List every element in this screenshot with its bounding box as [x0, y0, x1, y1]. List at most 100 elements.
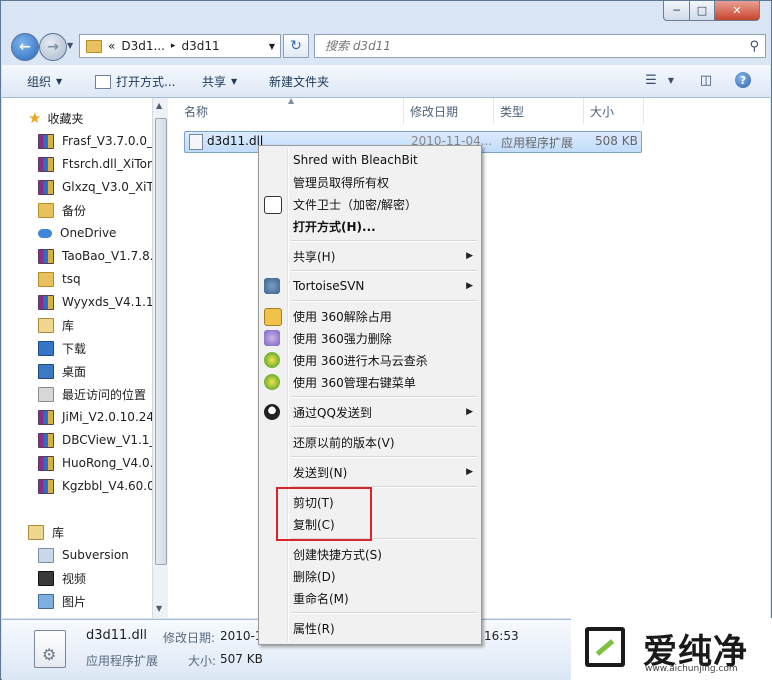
menu-item-label: 创建快捷方式(S) — [293, 547, 382, 562]
menu-item-label: 使用 360强力删除 — [293, 331, 392, 346]
sidebar-item[interactable]: TaoBao_V1.7.8. — [38, 246, 152, 266]
view-options-icon[interactable]: ☰ — [642, 72, 660, 88]
sidebar-item[interactable]: DBCView_V1.1_ — [38, 430, 152, 450]
address-bar[interactable]: « D3d1... ▸ d3d11 ▼ — [79, 34, 281, 58]
scroll-down-icon[interactable]: ▼ — [156, 604, 162, 613]
menu-separator — [291, 456, 477, 458]
sidebar-item[interactable]: Frasf_V3.7.0.0_X — [38, 131, 152, 151]
sidebar-item[interactable]: 图片 — [38, 591, 86, 611]
menu-item-take-ownership[interactable]: 管理员取得所有权 — [293, 172, 473, 192]
menu-item-restore-previous[interactable]: 还原以前的版本(V) — [293, 432, 473, 452]
navigation-bar: ← → ▼ « D3d1... ▸ d3d11 ▼ ↻ ⚲ — [1, 29, 771, 65]
breadcrumb-overflow[interactable]: « — [108, 39, 115, 53]
breadcrumb-current[interactable]: d3d11 — [181, 39, 219, 53]
menu-item-send-to[interactable]: 发送到(N) ▶ — [293, 462, 473, 482]
minimize-button[interactable]: ─ — [663, 1, 690, 21]
menu-item-properties[interactable]: 属性(R) — [293, 618, 473, 638]
help-icon[interactable]: ? — [735, 72, 751, 88]
menu-item-360-unlock[interactable]: 使用 360解除占用 — [293, 306, 473, 326]
back-button[interactable]: ← — [11, 33, 39, 61]
command-bar: 组织 ▼ 打开方式... 共享 ▼ 新建文件夹 ☰ ▼ ◫ ? — [2, 65, 770, 98]
breadcrumb-separator[interactable]: ▸ — [171, 41, 176, 51]
menu-item-label: 重命名(M) — [293, 591, 349, 606]
organize-button[interactable]: 组织 ▼ — [27, 73, 62, 90]
sidebar-item-label: HuoRong_V4.0. — [62, 456, 152, 470]
sidebar-item[interactable]: 视频 — [38, 568, 86, 588]
sidebar-item[interactable]: tsq — [38, 269, 81, 289]
sidebar-item[interactable]: Kgzbbl_V4.60.0 — [38, 476, 152, 496]
preview-pane-icon[interactable]: ◫ — [697, 72, 715, 88]
menu-item-label: 共享(H) — [293, 249, 336, 264]
menu-item-360-delete[interactable]: 使用 360强力删除 — [293, 328, 473, 348]
search-icon[interactable]: ⚲ — [749, 39, 759, 54]
menu-item-share[interactable]: 共享(H) ▶ — [293, 246, 473, 266]
sidebar-item-label: 备份 — [62, 203, 87, 218]
sidebar-item[interactable]: Wyyxds_V4.1.1. — [38, 292, 152, 312]
sidebar-item[interactable]: OneDrive — [38, 223, 116, 243]
column-header-label: 大小 — [590, 104, 615, 119]
menu-item-open-with[interactable]: 打开方式(H)... — [293, 216, 473, 236]
close-button[interactable]: ✕ — [714, 1, 760, 21]
address-dropdown-icon[interactable]: ▼ — [269, 42, 275, 51]
menu-item-360-menu-manager[interactable]: 使用 360管理右键菜单 — [293, 372, 473, 392]
sidebar-scrollbar[interactable]: ▲ ▼ — [152, 98, 168, 618]
sidebar-library[interactable]: 库 — [28, 522, 64, 542]
360-menu-manager-icon — [264, 374, 280, 390]
menu-item-rename[interactable]: 重命名(M) — [293, 588, 473, 608]
column-header-label: 修改日期 — [410, 104, 459, 119]
details-modified-time: 16:53 — [484, 629, 519, 643]
submenu-arrow-icon: ▶ — [466, 467, 473, 477]
column-header-modified[interactable]: 修改日期 — [404, 98, 494, 124]
menu-item-shred[interactable]: Shred with BleachBit — [293, 150, 473, 170]
navigation-pane: ★ 收藏夹 Frasf_V3.7.0.0_X Ftsrch.dll_XiTon … — [2, 98, 152, 618]
sidebar-item[interactable]: Glxzq_V3.0_XiTo — [38, 177, 152, 197]
column-header-size[interactable]: 大小 — [584, 98, 644, 124]
menu-item-send-via-qq[interactable]: 通过QQ发送到 ▶ — [293, 402, 473, 422]
sidebar-item[interactable]: Subversion — [38, 545, 129, 565]
sidebar-item[interactable]: 桌面 — [38, 361, 86, 381]
search-box[interactable]: ⚲ — [314, 34, 766, 58]
menu-item-tortoisesvn[interactable]: TortoiseSVN ▶ — [293, 276, 473, 296]
menu-item-label: 删除(D) — [293, 569, 336, 584]
search-input[interactable] — [323, 38, 727, 54]
new-folder-button[interactable]: 新建文件夹 — [269, 73, 329, 90]
menu-item-create-shortcut[interactable]: 创建快捷方式(S) — [293, 544, 473, 564]
menu-item-file-guard[interactable]: 文件卫士（加密/解密） — [293, 194, 473, 214]
file-guard-icon — [264, 196, 282, 214]
sidebar-item[interactable]: 备份 — [38, 200, 86, 220]
sidebar-favorites[interactable]: ★ 收藏夹 — [28, 108, 83, 128]
sidebar-item[interactable]: Ftsrch.dll_XiTon — [38, 154, 152, 174]
sidebar-item[interactable]: 最近访问的位置 — [38, 384, 146, 404]
share-button[interactable]: 共享 ▼ — [202, 73, 237, 90]
sidebar-item[interactable]: HuoRong_V4.0. — [38, 453, 152, 473]
menu-item-360-scan[interactable]: 使用 360进行木马云查杀 — [293, 350, 473, 370]
sidebar-item[interactable]: 下载 — [38, 338, 86, 358]
sidebar-item[interactable]: 库 — [38, 315, 74, 335]
tortoise-svn-icon — [264, 278, 280, 294]
column-header-type[interactable]: 类型 — [494, 98, 584, 124]
recent-icon — [38, 386, 54, 402]
sidebar-item[interactable]: JiMi_V2.0.10.24_ — [38, 407, 152, 427]
maximize-button[interactable]: □ — [689, 1, 715, 21]
video-icon — [38, 570, 54, 586]
view-dropdown-icon[interactable]: ▼ — [662, 72, 680, 88]
open-with-button[interactable]: 打开方式... — [95, 73, 175, 90]
watermark: 爱纯净 www.aichunjing.com — [571, 618, 772, 680]
rar-icon — [38, 179, 54, 195]
rar-icon — [38, 294, 54, 310]
recent-pages-dropdown[interactable]: ▼ — [67, 41, 73, 50]
refresh-button[interactable]: ↻ — [283, 34, 309, 58]
scrollbar-thumb[interactable] — [155, 118, 167, 565]
scroll-up-icon[interactable]: ▲ — [156, 101, 162, 110]
file-size: 508 KB — [595, 134, 638, 148]
organize-label: 组织 — [27, 75, 52, 89]
sidebar-item-label: 下载 — [62, 341, 87, 356]
column-header-label: 名称 — [184, 104, 209, 119]
breadcrumb-parent[interactable]: D3d1... — [121, 39, 165, 53]
rar-icon — [38, 156, 54, 172]
rar-icon — [38, 432, 54, 448]
forward-button[interactable]: → — [39, 33, 67, 61]
menu-item-delete[interactable]: 删除(D) — [293, 566, 473, 586]
details-file-type: 应用程序扩展 — [86, 654, 159, 668]
sidebar-item-label: 视频 — [62, 571, 87, 586]
